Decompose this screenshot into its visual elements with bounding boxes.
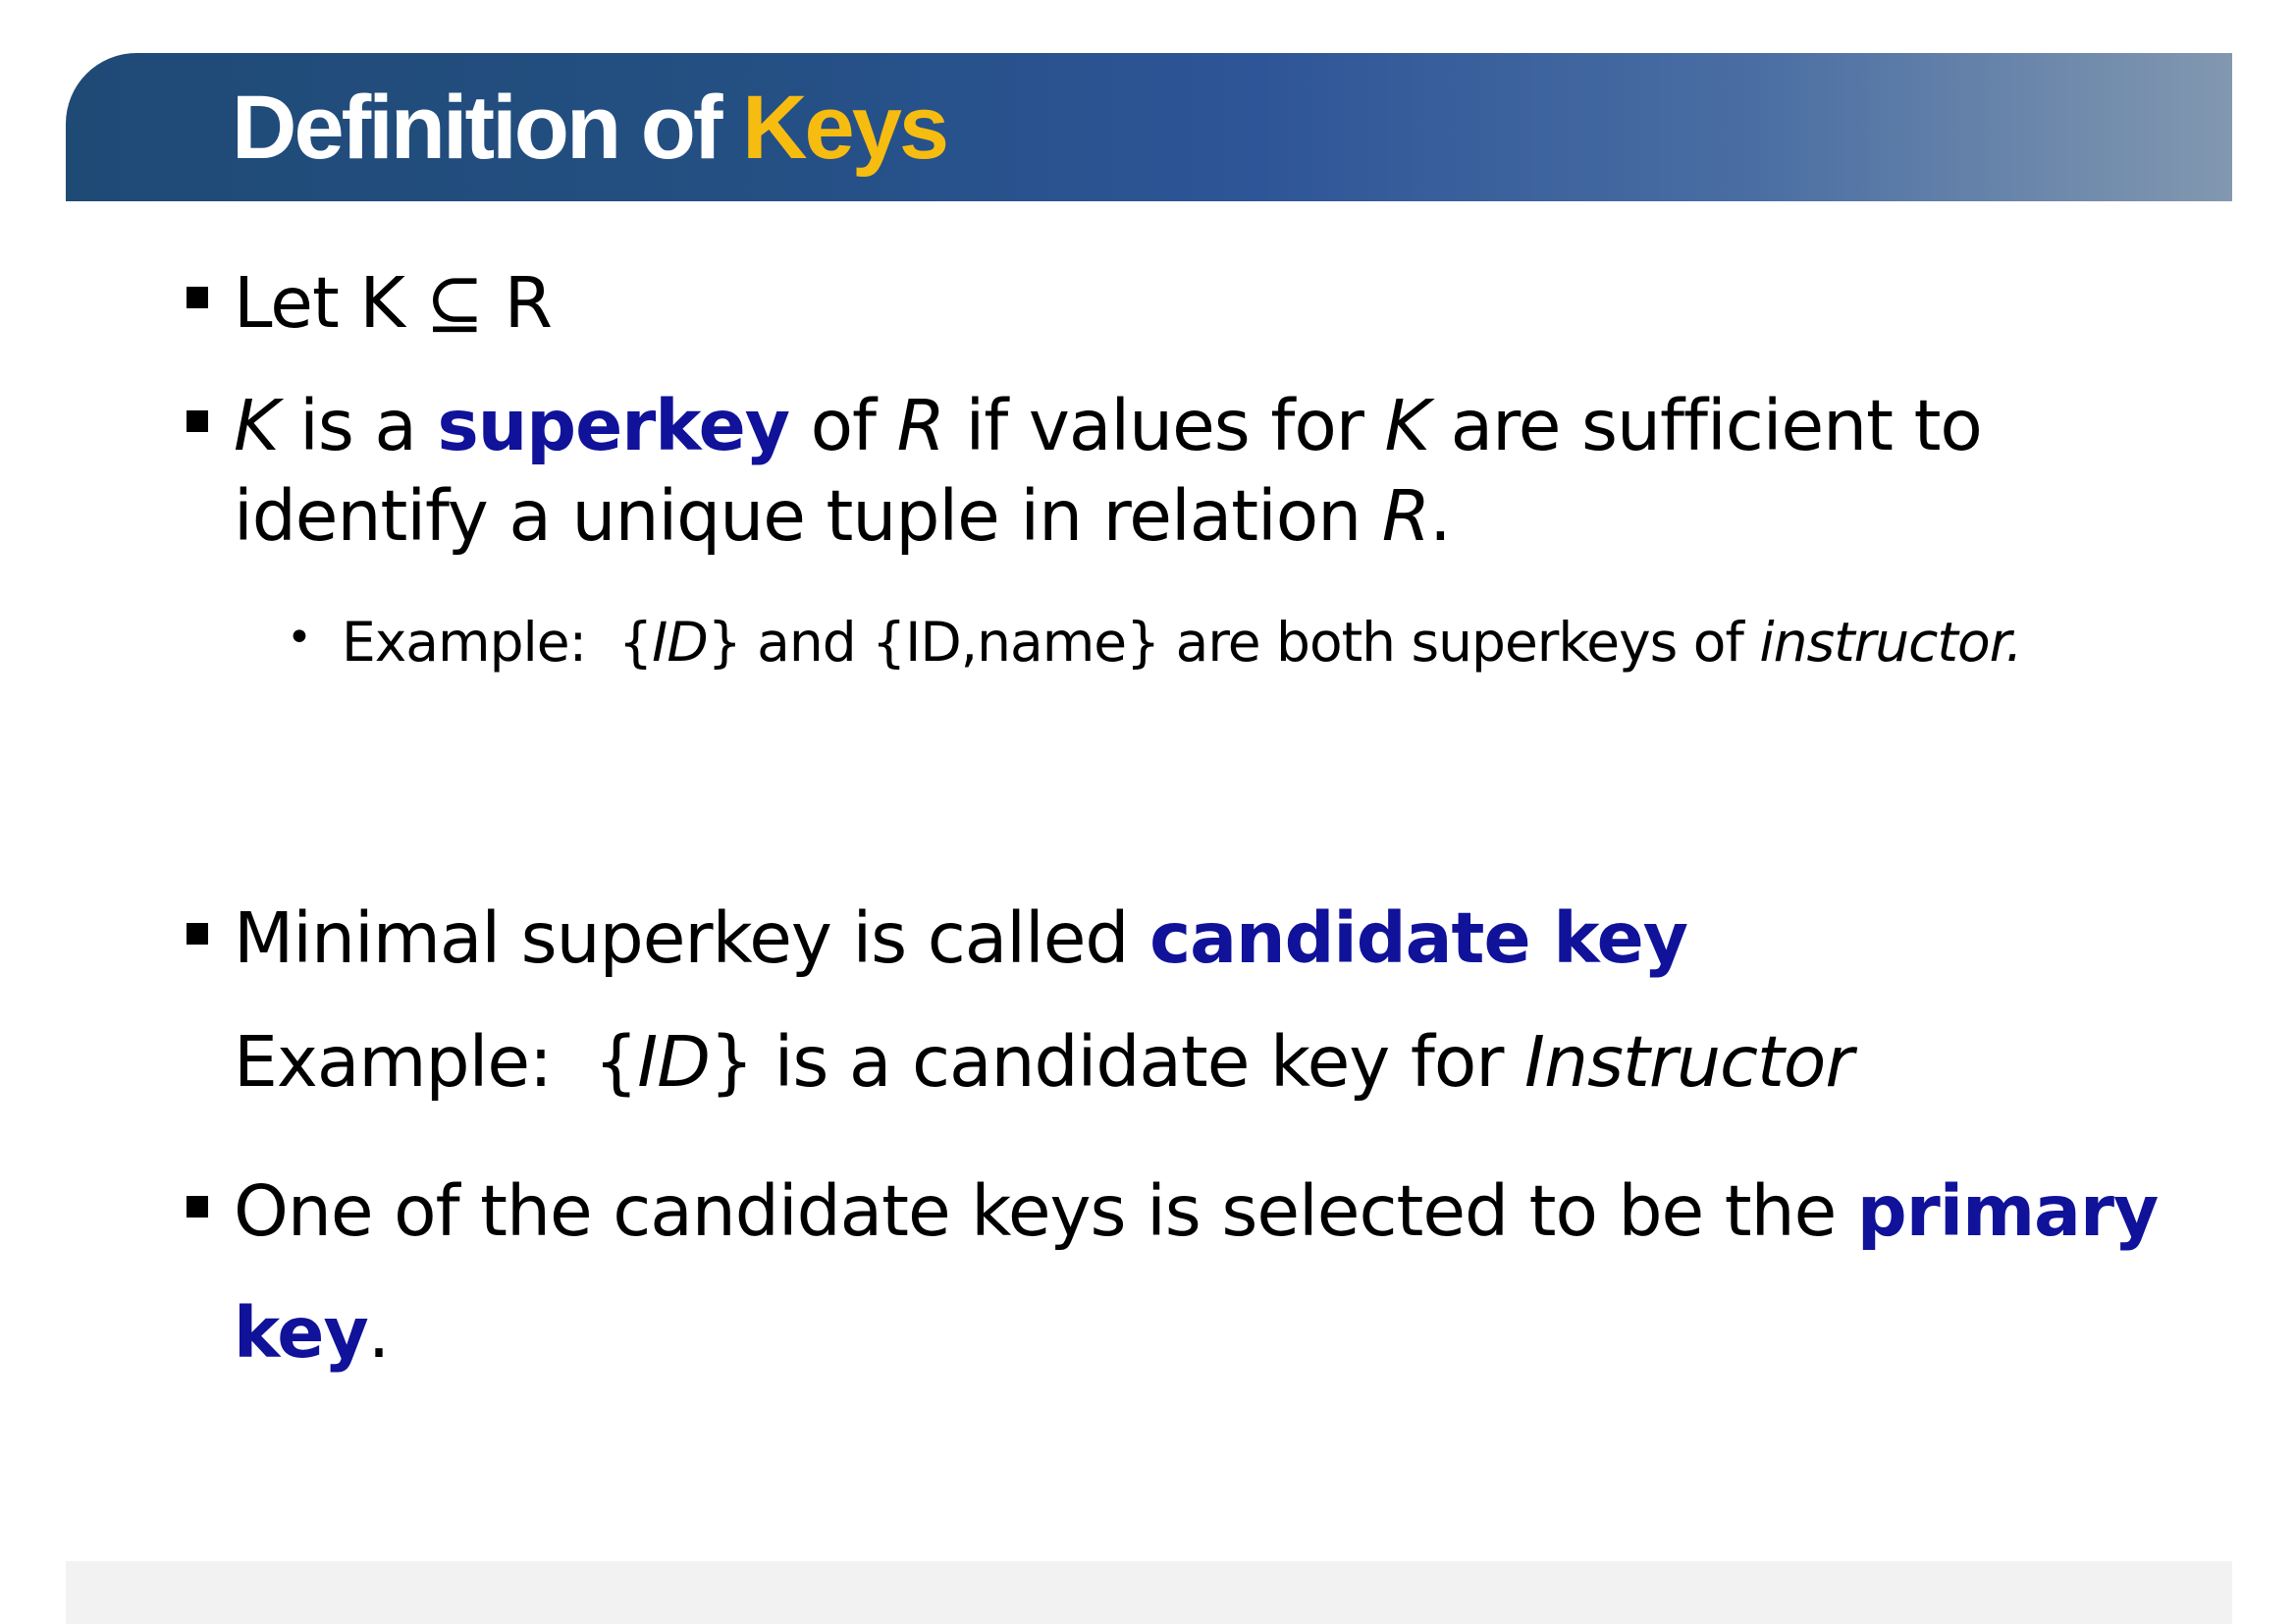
var-r: R <box>896 385 945 466</box>
footer-bar <box>66 1561 2232 1624</box>
var-k: K <box>1384 385 1431 466</box>
superkey-text-2: of <box>789 385 897 466</box>
superkey-text-3: if values for <box>943 385 1385 466</box>
candidate-example: Example: {ID} is a candidate key for Ins… <box>234 1027 1854 1097</box>
superkey-line2-text: identify a unique tuple in relation <box>234 475 1382 557</box>
bullet-primary: One of the candidate keys is selected to… <box>234 1176 2159 1246</box>
term-key: key <box>234 1292 369 1374</box>
bullet-superkey-line2: identify a unique tuple in relation R. <box>234 481 1452 551</box>
square-bullet-icon <box>187 410 208 432</box>
term-candidate-key: candidate key <box>1149 897 1688 979</box>
example-prefix: Example: { <box>342 611 653 674</box>
bullet-candidate: Minimal superkey is called candidate key <box>234 903 1688 973</box>
term-superkey: superkey <box>437 385 791 466</box>
superkey-text-4: are sufficient to <box>1429 385 1983 466</box>
var-k: K <box>234 385 280 466</box>
superkey-period: . <box>1429 475 1452 557</box>
primary-text: One of the candidate keys is selected to… <box>234 1170 1857 1252</box>
dot-bullet-icon: • <box>287 613 312 663</box>
primary-period: . <box>367 1292 391 1374</box>
bullet-superkey: K is a superkey of R if values for K are… <box>234 391 1983 460</box>
candidate-example-id: ID <box>637 1021 711 1103</box>
candidate-text: Minimal superkey is called <box>234 897 1150 979</box>
candidate-example-relation: Instructor <box>1524 1021 1853 1103</box>
superkey-example: Example: {ID} and {ID,name} are both sup… <box>342 616 2023 670</box>
candidate-example-prefix: Example: { <box>234 1021 638 1103</box>
var-r: R <box>1381 475 1430 557</box>
subset-symbol: ⊆ <box>425 262 484 344</box>
slide-title-highlight: Keys <box>742 78 949 178</box>
square-bullet-icon <box>187 287 208 308</box>
square-bullet-icon <box>187 1196 208 1218</box>
square-bullet-icon <box>187 923 208 945</box>
superkey-text-1: is a <box>278 385 438 466</box>
candidate-example-middle: } is a candidate key for <box>709 1021 1525 1103</box>
bullet-let: Let K ⊆ R <box>234 268 553 338</box>
term-primary: primary <box>1856 1170 2159 1252</box>
example-id: ID <box>652 611 709 674</box>
example-middle: } and {ID,name} are both superkeys of <box>707 611 1760 674</box>
slide-title: Definition of Keys <box>232 82 949 173</box>
let-relation: R <box>504 262 553 344</box>
slide-title-prefix: Definition of <box>232 78 743 178</box>
bullet-primary-line2: key. <box>234 1298 390 1368</box>
example-relation: instructor. <box>1759 611 2022 674</box>
let-text: Let K <box>234 262 405 344</box>
